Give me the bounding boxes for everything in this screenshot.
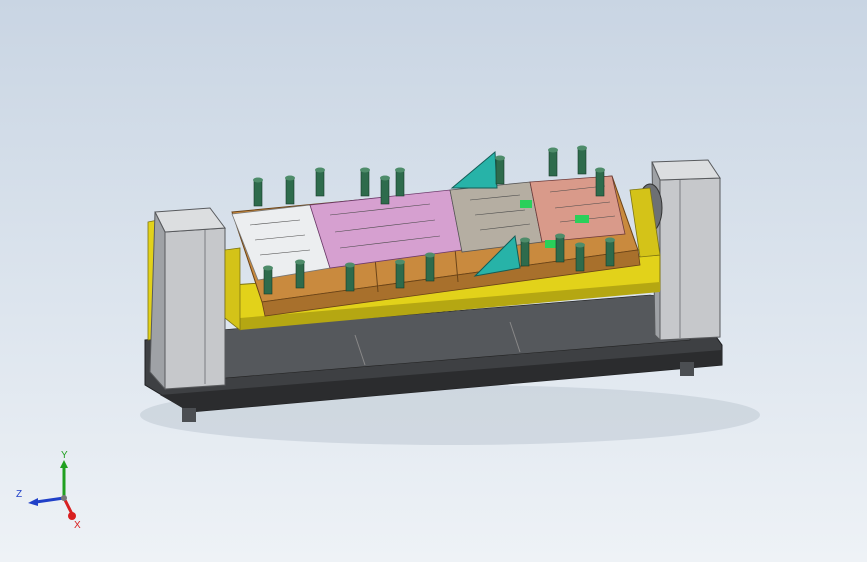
- guide-post: [395, 261, 405, 289]
- y-axis-label: Y: [61, 450, 68, 461]
- guide-post: [495, 157, 505, 185]
- guide-post-cap: [380, 175, 390, 181]
- guide-post: [360, 169, 370, 197]
- guide-post: [395, 169, 405, 197]
- right-column-front: [659, 177, 721, 341]
- green-block: [520, 200, 532, 208]
- guide-post-cap: [577, 145, 587, 151]
- guide-post-cap: [395, 259, 405, 265]
- guide-post: [548, 149, 558, 177]
- guide-post: [295, 261, 305, 289]
- z-axis-arrow: [28, 498, 38, 506]
- left-column-top: [154, 207, 226, 233]
- view-orientation-triad[interactable]: Y Z X: [10, 448, 90, 532]
- guide-post-cap: [360, 167, 370, 173]
- guide-post-cap: [345, 262, 355, 268]
- guide-post-cap: [425, 252, 435, 258]
- guide-post-cap: [605, 237, 615, 243]
- guide-post-cap: [555, 233, 565, 239]
- cradle-yellow-left: [224, 247, 241, 331]
- guide-post-cap: [520, 237, 530, 243]
- teal-gusset: [450, 150, 498, 189]
- guide-post: [425, 254, 435, 282]
- guide-post: [380, 177, 390, 205]
- guide-post: [577, 147, 587, 175]
- x-axis-arrow: [68, 512, 76, 520]
- guide-post-cap: [253, 177, 263, 183]
- strip-pink-right: [529, 175, 626, 243]
- guide-post: [605, 239, 615, 267]
- z-axis-line: [35, 496, 65, 504]
- guide-post: [263, 267, 273, 295]
- guide-post: [315, 169, 325, 197]
- guide-post-cap: [285, 175, 295, 181]
- z-axis-label: Z: [16, 489, 22, 500]
- graphics-viewport[interactable]: Y Z X: [0, 0, 867, 562]
- right-column-top: [651, 159, 721, 181]
- x-axis-label: X: [74, 520, 81, 531]
- guide-post-cap: [548, 147, 558, 153]
- guide-post: [253, 179, 263, 207]
- guide-post: [520, 239, 530, 267]
- guide-post: [555, 235, 565, 263]
- y-axis-arrow: [60, 460, 68, 468]
- assembly-model[interactable]: [0, 0, 867, 562]
- guide-post: [345, 264, 355, 292]
- guide-post: [575, 244, 585, 272]
- guide-post: [595, 169, 605, 197]
- guide-post-cap: [263, 265, 273, 271]
- guide-post-cap: [595, 167, 605, 173]
- triad-origin: [61, 495, 67, 501]
- guide-post: [285, 177, 295, 205]
- green-block: [575, 215, 589, 223]
- guide-post-cap: [395, 167, 405, 173]
- guide-post-cap: [495, 155, 505, 161]
- base-foot: [182, 408, 196, 422]
- left-column-front: [164, 227, 226, 390]
- guide-post-cap: [295, 259, 305, 265]
- guide-post-cap: [315, 167, 325, 173]
- guide-post-cap: [575, 242, 585, 248]
- base-foot: [680, 362, 694, 376]
